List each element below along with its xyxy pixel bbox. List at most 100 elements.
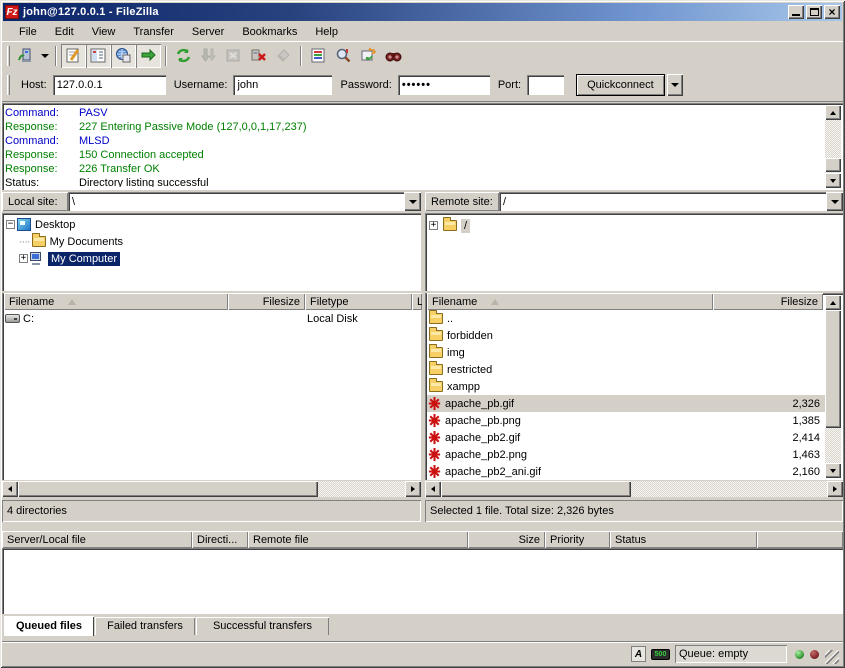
send-indicator-led (810, 650, 819, 659)
remote-row-folder[interactable]: xampp (427, 378, 825, 395)
menu-transfer[interactable]: Transfer (124, 24, 183, 40)
close-button[interactable]: × (824, 5, 840, 19)
disconnect-button[interactable] (246, 44, 271, 68)
tab-successful-transfers[interactable]: Successful transfers (196, 617, 329, 635)
chevron-down-icon (409, 200, 417, 204)
find-files-button[interactable] (381, 44, 406, 68)
title-bar[interactable]: Fz john@127.0.0.1 - FileZilla × (3, 3, 842, 21)
toggle-message-log-button[interactable] (61, 44, 86, 68)
queue-column-direction[interactable]: Directi... (192, 531, 248, 548)
queue-column-status[interactable]: Status (610, 531, 757, 548)
local-tree-pane: Local site: \ − Desktop ···· My Document… (2, 192, 421, 291)
toggle-transfer-queue-button[interactable] (136, 44, 161, 68)
remote-site-combobox[interactable]: / (499, 192, 826, 211)
local-site-combobox[interactable]: \ (68, 192, 404, 211)
folder-icon (429, 381, 443, 392)
menu-bookmarks[interactable]: Bookmarks (233, 24, 306, 40)
site-manager-button[interactable] (13, 44, 38, 68)
remote-column-filesize[interactable]: Filesize (713, 293, 823, 310)
tab-failed-transfers[interactable]: Failed transfers (95, 617, 195, 635)
toggle-local-tree-button[interactable] (86, 44, 111, 68)
tree-item-my-documents[interactable]: ···· My Documents (6, 233, 421, 250)
remote-scroll-thumb[interactable] (825, 310, 841, 428)
tree-item-root[interactable]: + / (429, 217, 843, 234)
host-label: Host: (21, 79, 47, 91)
transfer-queue: Server/Local file Directi... Remote file… (2, 531, 843, 615)
tree-item-desktop[interactable]: − Desktop (6, 216, 421, 233)
remote-row-folder[interactable]: forbidden (427, 327, 825, 344)
remote-row-file[interactable]: apache_pb2.gif 2,414 (427, 429, 825, 446)
toolbar-grip[interactable] (7, 46, 10, 66)
local-column-filesize[interactable]: Filesize (228, 293, 305, 310)
menu-view[interactable]: View (83, 24, 125, 40)
arrow-down-icon (830, 469, 836, 473)
reconnect-button[interactable] (271, 44, 296, 68)
local-scroll-left-button[interactable] (2, 481, 18, 497)
remote-scroll-left-button[interactable] (425, 481, 441, 497)
remote-scroll-up-button[interactable] (825, 295, 841, 310)
remote-column-filename[interactable]: Filename (427, 293, 713, 310)
remote-row-file[interactable]: apache_pb2_ani.gif 2,160 (427, 463, 825, 478)
expander-collapse-icon[interactable]: − (6, 220, 15, 229)
maximize-button[interactable] (806, 5, 822, 19)
menu-edit[interactable]: Edit (46, 24, 83, 40)
remote-row-file[interactable]: apache_pb2.png 1,463 (427, 446, 825, 463)
drive-icon (5, 314, 20, 323)
remote-row-file[interactable]: apache_pb.png 1,385 (427, 412, 825, 429)
refresh-button[interactable] (171, 44, 196, 68)
tab-queued-files[interactable]: Queued files (4, 616, 94, 636)
log-scroll-up-button[interactable] (825, 105, 841, 120)
sort-ascending-icon (491, 299, 499, 305)
menu-file[interactable]: File (10, 24, 46, 40)
quickconnect-button[interactable]: Quickconnect (576, 74, 665, 96)
quickconnect-grip[interactable] (7, 75, 10, 95)
directory-comparison-button[interactable] (331, 44, 356, 68)
directory-filters-button[interactable] (306, 44, 331, 68)
queue-column-size[interactable]: Size (468, 531, 545, 548)
remote-site-dropdown-button[interactable] (826, 192, 843, 211)
local-site-dropdown-button[interactable] (404, 192, 421, 211)
resize-grip[interactable] (825, 650, 839, 664)
speed-limit-icon[interactable]: 500 (651, 649, 670, 660)
remote-hscroll-thumb[interactable] (441, 481, 631, 497)
menu-help[interactable]: Help (306, 24, 347, 40)
local-column-filename[interactable]: Filename (4, 293, 228, 310)
local-column-last-modified[interactable]: L (412, 293, 422, 310)
menu-server[interactable]: Server (183, 24, 233, 40)
tree-item-my-computer[interactable]: + My Computer (6, 250, 421, 267)
host-input[interactable] (53, 75, 166, 95)
quickconnect-dropdown-button[interactable] (667, 74, 683, 96)
remote-row-parent-dir[interactable]: .. (427, 310, 825, 327)
queue-column-server-local-file[interactable]: Server/Local file (2, 531, 192, 548)
remote-scroll-right-button[interactable] (827, 481, 843, 497)
synchronized-browsing-button[interactable] (356, 44, 381, 68)
password-input[interactable] (398, 75, 490, 95)
username-input[interactable] (233, 75, 332, 95)
log-scroll-down-button[interactable] (825, 173, 841, 188)
arrow-right-icon (833, 486, 837, 492)
queue-column-priority[interactable]: Priority (545, 531, 610, 548)
queue-list-body[interactable] (2, 548, 843, 614)
local-scroll-right-button[interactable] (405, 481, 421, 497)
remote-scroll-down-button[interactable] (825, 463, 841, 478)
expander-expand-icon[interactable]: + (429, 221, 438, 230)
process-queue-button[interactable] (196, 44, 221, 68)
cancel-button[interactable] (221, 44, 246, 68)
transfer-type-indicator[interactable]: A (631, 646, 646, 662)
queue-column-remote-file[interactable]: Remote file (248, 531, 468, 548)
remote-scroll-track[interactable] (825, 428, 841, 463)
minimize-button[interactable] (788, 5, 804, 19)
log-line: Status:Directory listing successful (5, 176, 823, 187)
expander-expand-icon[interactable]: + (19, 254, 28, 263)
local-column-filetype[interactable]: Filetype (305, 293, 412, 310)
log-scrollbar-thumb[interactable] (825, 158, 841, 172)
local-file-row-c-drive[interactable]: C: Local Disk (4, 310, 419, 327)
remote-row-file-selected[interactable]: apache_pb.gif 2,326 (427, 395, 825, 412)
remote-row-folder[interactable]: img (427, 344, 825, 361)
remote-row-folder[interactable]: restricted (427, 361, 825, 378)
toggle-remote-tree-button[interactable] (111, 44, 136, 68)
status-bar: A 500 Queue: empty (2, 641, 843, 666)
local-scroll-thumb[interactable] (18, 481, 318, 497)
site-manager-dropdown-button[interactable] (38, 44, 51, 68)
port-input[interactable] (527, 75, 564, 95)
